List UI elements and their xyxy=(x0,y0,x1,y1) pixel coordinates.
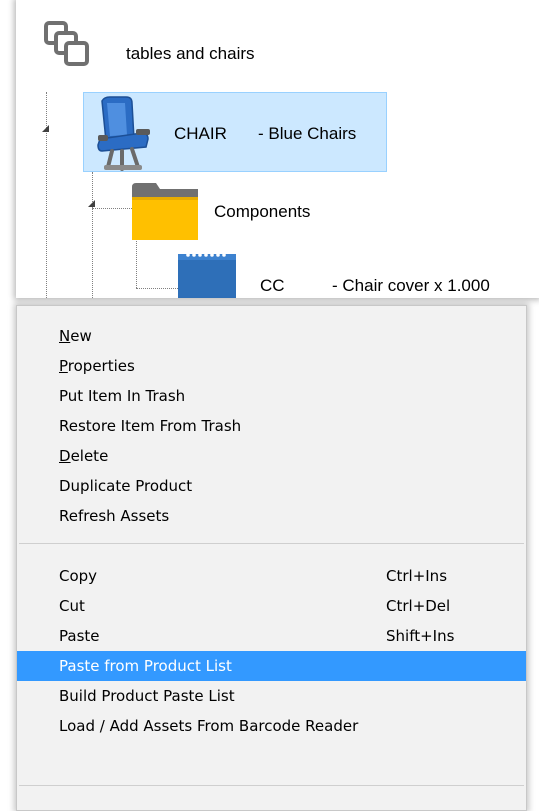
menu-item-label: Refresh Assets xyxy=(59,507,170,525)
menu-item-new[interactable]: New xyxy=(17,321,526,351)
menu-separator xyxy=(19,785,524,786)
menu-item-refresh-assets[interactable]: Refresh Assets xyxy=(17,501,526,531)
tree-node-chair-desc: - Blue Chairs xyxy=(258,124,357,143)
tree-guide-line xyxy=(92,172,93,298)
menu-item-label: Duplicate Product xyxy=(59,477,193,495)
tree-node-root-label: tables and chairs xyxy=(126,44,255,63)
tree-node-chair-code: CHAIR xyxy=(174,124,227,143)
menu-item-label: Build Product Paste List xyxy=(59,687,235,705)
menu-item-paste[interactable]: Paste Shift+Ins xyxy=(17,621,526,651)
menu-item-new-hotkey: N xyxy=(59,327,71,345)
group-icon xyxy=(44,21,89,66)
menu-item-shortcut: Ctrl+Ins xyxy=(386,567,448,585)
menu-item-properties[interactable]: Properties xyxy=(17,351,526,381)
menu-item-label: Cut xyxy=(59,597,85,615)
menu-item-label: Load / Add Assets From Barcode Reader xyxy=(59,717,359,735)
menu-item-shortcut: Shift+Ins xyxy=(386,627,455,645)
menu-item-duplicate-product[interactable]: Duplicate Product xyxy=(17,471,526,501)
menu-item-label: Paste from Product List xyxy=(59,657,232,675)
menu-item-shortcut: Ctrl+Del xyxy=(386,597,451,615)
tree-node-components-label: Components xyxy=(214,202,311,221)
menu-item-label: Put Item In Trash xyxy=(59,387,186,405)
menu-item-cut[interactable]: Cut Ctrl+Del xyxy=(17,591,526,621)
menu-item-delete[interactable]: Delete xyxy=(17,441,526,471)
menu-item-delete-rest: elete xyxy=(70,447,109,465)
tree-node-components-expander[interactable] xyxy=(88,200,95,207)
menu-item-label: Restore Item From Trash xyxy=(59,417,242,435)
menu-item-delete-hotkey: D xyxy=(59,447,71,465)
notepad-icon xyxy=(178,253,236,298)
tree-node-chair[interactable]: CHAIR - Blue Chairs xyxy=(83,92,387,172)
context-menu: New Properties Put Item In Trash Restore… xyxy=(16,305,527,811)
tree-node-cc-code: CC xyxy=(260,276,285,295)
tree-node-chair-expander[interactable] xyxy=(42,125,49,132)
menu-item-copy[interactable]: Copy Ctrl+Ins xyxy=(17,561,526,591)
menu-item-paste-from-product-list[interactable]: Paste from Product List xyxy=(17,651,526,681)
menu-item-properties-rest: roperties xyxy=(67,357,135,375)
menu-item-label: Paste xyxy=(59,627,100,645)
tree-guide-line xyxy=(136,238,137,288)
menu-item-put-in-trash[interactable]: Put Item In Trash xyxy=(17,381,526,411)
tree-guide-line xyxy=(136,288,178,289)
menu-item-load-assets-barcode[interactable]: Load / Add Assets From Barcode Reader xyxy=(17,711,526,741)
menu-item-restore-from-trash[interactable]: Restore Item From Trash xyxy=(17,411,526,441)
blue-chair-icon xyxy=(97,96,150,171)
tree-guide-line xyxy=(46,92,47,298)
menu-item-properties-hotkey: P xyxy=(59,357,68,375)
menu-item-label: Copy xyxy=(59,567,98,585)
folder-icon xyxy=(132,183,198,240)
tree-view[interactable]: tables and chairs CHAIR - Blue Chairs Co… xyxy=(16,0,539,298)
menu-separator xyxy=(19,543,524,544)
menu-item-build-product-paste-list[interactable]: Build Product Paste List xyxy=(17,681,526,711)
menu-item-new-rest: ew xyxy=(70,327,92,345)
tree-node-cc-desc: - Chair cover x 1.000 xyxy=(332,276,490,295)
tree-guide-line xyxy=(92,208,132,209)
